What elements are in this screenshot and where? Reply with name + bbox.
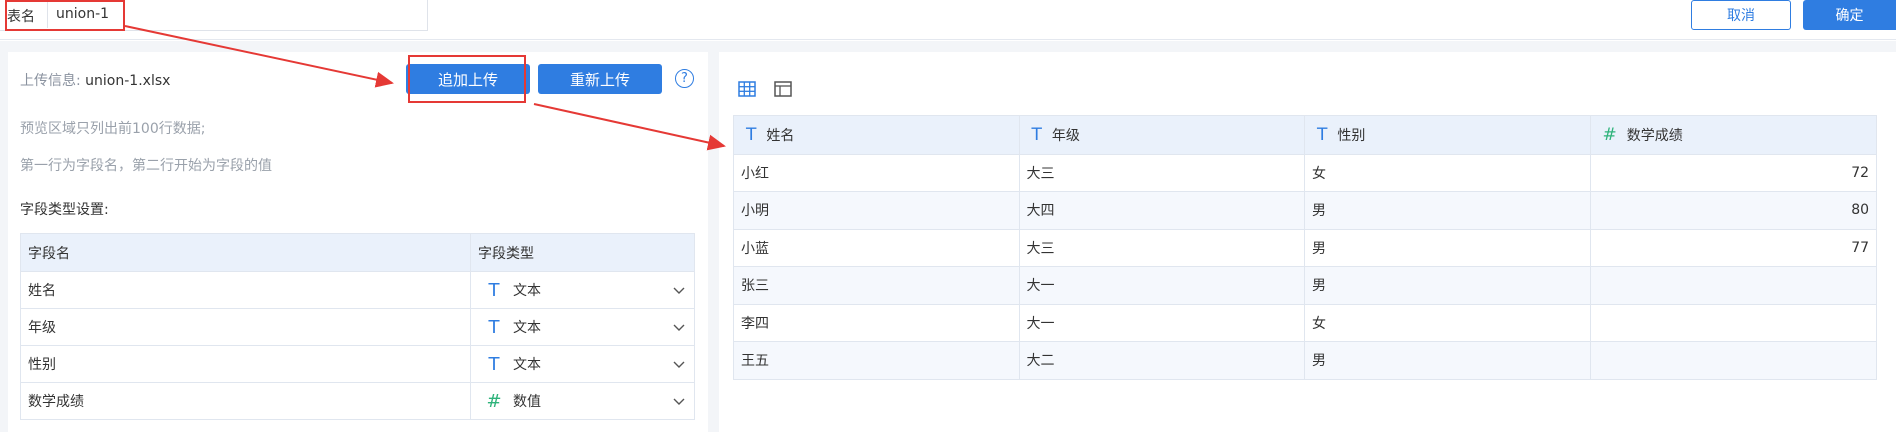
field-type-table: 字段名 字段类型 姓名 T 文本 年级 T 文本 性别 T 文本 数学成绩 # … bbox=[20, 233, 695, 420]
table-cell: 小蓝 bbox=[734, 229, 1020, 266]
field-row: 性别 T 文本 bbox=[21, 345, 694, 382]
table-cell bbox=[1591, 305, 1877, 342]
field-type-select[interactable]: T 文本 bbox=[478, 280, 694, 301]
field-type-value: 文本 bbox=[513, 283, 541, 299]
table-cell: 张三 bbox=[734, 267, 1020, 304]
table-cell: 小红 bbox=[734, 154, 1020, 191]
text-type-icon: T bbox=[488, 279, 500, 301]
column-header: T 性别 bbox=[1305, 116, 1591, 154]
table-cell: 大四 bbox=[1020, 192, 1305, 229]
data-preview-table: T 姓名 T 年级 T 性别 # 数学成绩 小红 大三 女 72 小明 大四 男 80 … bbox=[733, 115, 1877, 380]
confirm-button[interactable]: 确定 bbox=[1803, 0, 1896, 30]
table-cell: 77 bbox=[1851, 239, 1870, 256]
upload-info: 上传信息: union-1.xlsx bbox=[20, 70, 170, 90]
column-header-label: 年级 bbox=[1051, 127, 1080, 144]
field-name: 性别 bbox=[21, 346, 471, 382]
field-type-value: 文本 bbox=[513, 357, 541, 373]
table-cell: 女 bbox=[1305, 154, 1591, 191]
table-row: 小明 大四 男 80 bbox=[734, 191, 1876, 229]
upload-info-label: 上传信息: bbox=[20, 73, 81, 89]
annotation-highlight-append bbox=[408, 55, 526, 103]
table-cell bbox=[1591, 342, 1877, 379]
header-row-hint: 第一行为字段名，第二行开始为字段的值 bbox=[20, 158, 272, 174]
field-table-header: 字段名 字段类型 bbox=[21, 234, 694, 271]
table-cell: 大二 bbox=[1020, 342, 1305, 379]
field-name: 年级 bbox=[21, 309, 471, 345]
field-type-settings-title: 字段类型设置: bbox=[20, 202, 109, 218]
column-header-label: 姓名 bbox=[766, 127, 795, 144]
cancel-button[interactable]: 取消 bbox=[1691, 0, 1791, 30]
field-type-select[interactable]: # 数值 bbox=[478, 391, 694, 412]
column-header-field-type: 字段类型 bbox=[478, 245, 534, 262]
table-row: 小蓝 大三 男 77 bbox=[734, 228, 1876, 266]
field-name: 数学成绩 bbox=[21, 383, 471, 419]
table-row: 小红 大三 女 72 bbox=[734, 153, 1876, 191]
text-type-icon: T bbox=[488, 353, 500, 375]
chevron-down-icon bbox=[673, 398, 685, 405]
table-cell: 女 bbox=[1305, 304, 1591, 341]
text-type-icon: T bbox=[488, 316, 500, 338]
field-name: 姓名 bbox=[21, 272, 471, 308]
number-type-icon: # bbox=[1602, 124, 1617, 145]
table-cell: 大一 bbox=[1020, 304, 1305, 341]
table-cell: 男 bbox=[1305, 192, 1591, 229]
table-cell: 小明 bbox=[734, 192, 1020, 229]
chevron-down-icon bbox=[673, 361, 685, 368]
column-header-field-name: 字段名 bbox=[21, 234, 471, 271]
top-bar: 表名 union-1 取消 确定 bbox=[0, 0, 1896, 40]
table-row: 张三 大一 男 bbox=[734, 266, 1876, 304]
help-icon[interactable]: ? bbox=[675, 69, 694, 88]
field-type-value: 数值 bbox=[513, 394, 541, 410]
field-type-select[interactable]: T 文本 bbox=[478, 317, 694, 338]
reupload-button[interactable]: 重新上传 bbox=[538, 64, 662, 94]
column-header: # 数学成绩 bbox=[1591, 116, 1877, 154]
field-row: 姓名 T 文本 bbox=[21, 271, 694, 308]
table-cell: 80 bbox=[1851, 202, 1870, 219]
chevron-down-icon bbox=[673, 287, 685, 294]
column-header-label: 性别 bbox=[1337, 127, 1366, 144]
column-header-label: 数学成绩 bbox=[1626, 127, 1683, 144]
text-type-icon: T bbox=[1031, 124, 1042, 145]
chevron-down-icon bbox=[673, 324, 685, 331]
column-header: T 年级 bbox=[1020, 116, 1305, 154]
table-row: 李四 大一 女 bbox=[734, 303, 1877, 342]
column-header: T 姓名 bbox=[734, 116, 1020, 154]
upload-file-name: union-1.xlsx bbox=[85, 73, 171, 89]
annotation-highlight-table-name bbox=[5, 0, 125, 31]
layout-view-icon[interactable] bbox=[774, 80, 792, 98]
table-row: 王五 大二 男 bbox=[734, 341, 1876, 379]
table-cell: 大三 bbox=[1020, 154, 1305, 191]
table-cell: 大三 bbox=[1020, 229, 1305, 266]
preview-header-row: T 姓名 T 年级 T 性别 # 数学成绩 bbox=[734, 116, 1876, 154]
field-row: 数学成绩 # 数值 bbox=[21, 382, 694, 419]
table-cell bbox=[1591, 267, 1877, 304]
table-cell: 男 bbox=[1305, 267, 1591, 304]
table-cell: 李四 bbox=[734, 304, 1020, 341]
text-type-icon: T bbox=[1317, 124, 1328, 145]
preview-hint: 预览区域只列出前100行数据; bbox=[20, 121, 206, 137]
field-type-value: 文本 bbox=[513, 320, 541, 336]
table-cell: 大一 bbox=[1020, 267, 1305, 304]
field-row: 年级 T 文本 bbox=[21, 308, 694, 345]
text-type-icon: T bbox=[746, 124, 757, 145]
table-cell: 王五 bbox=[734, 342, 1020, 379]
table-cell: 男 bbox=[1305, 229, 1591, 266]
field-type-select[interactable]: T 文本 bbox=[478, 354, 694, 375]
number-type-icon: # bbox=[486, 390, 502, 412]
table-cell: 男 bbox=[1305, 342, 1591, 379]
table-cell: 72 bbox=[1851, 164, 1870, 181]
table-view-icon[interactable] bbox=[738, 80, 756, 98]
